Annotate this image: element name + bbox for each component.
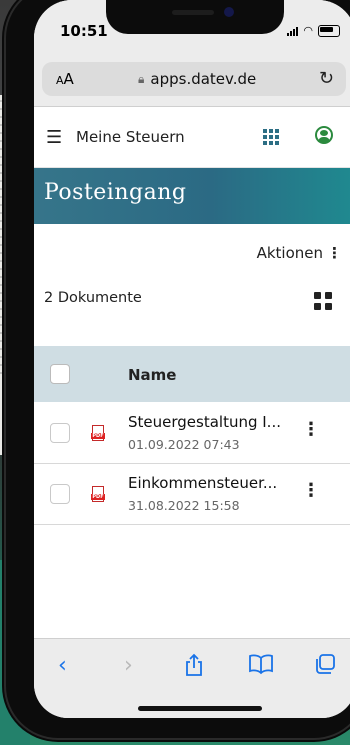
app-header: ☰ Meine Steuern <box>34 107 350 168</box>
battery-icon <box>318 24 340 37</box>
phone-notch <box>106 0 284 34</box>
url-display[interactable]: 🔒︎ apps.datev.de <box>138 70 256 88</box>
row-menu-icon[interactable]: ⋮ <box>302 482 320 500</box>
home-indicator <box>138 706 262 711</box>
actions-menu-button[interactable]: Aktionen ⋮ <box>257 244 342 262</box>
wifi-icon: ◠ <box>303 24 313 37</box>
tabs-icon[interactable] <box>314 653 336 681</box>
document-count: 2 Dokumente <box>44 290 142 306</box>
tile-view-icon[interactable] <box>314 292 332 310</box>
signal-icon <box>287 26 299 36</box>
document-title[interactable]: Einkommensteuer... <box>128 474 277 492</box>
user-icon[interactable] <box>315 126 333 144</box>
status-time: 10:51 <box>60 22 108 40</box>
hamburger-icon[interactable]: ☰ <box>46 127 62 148</box>
section-banner: Posteingang <box>34 168 350 224</box>
document-date: 01.09.2022 07:43 <box>128 437 240 452</box>
reload-icon[interactable]: ↻ <box>319 68 334 89</box>
row-menu-icon[interactable]: ⋮ <box>302 421 320 439</box>
document-date: 31.08.2022 15:58 <box>128 498 240 513</box>
browser-address-area: AA 🔒︎ apps.datev.de ↻ <box>34 44 350 107</box>
front-camera <box>224 7 234 17</box>
page-title: Posteingang <box>44 180 187 205</box>
phone-frame: 10:51 ◠ AA 🔒︎ apps.datev.de ↻ ☰ Meine St… <box>6 0 350 738</box>
speaker-grille <box>172 10 214 15</box>
table-row[interactable]: PDF Einkommensteuer... 31.08.2022 15:58 … <box>34 464 350 525</box>
column-header-name[interactable]: Name <box>128 366 176 384</box>
back-icon[interactable]: ‹ <box>58 653 67 678</box>
document-title[interactable]: Steuergestaltung I... <box>128 413 281 431</box>
bookmarks-icon[interactable] <box>248 653 274 681</box>
row-checkbox[interactable] <box>50 484 70 504</box>
app-title: Meine Steuern <box>76 128 185 146</box>
status-icons: ◠ <box>287 24 340 37</box>
forward-icon[interactable]: › <box>124 653 133 678</box>
address-bar[interactable]: AA 🔒︎ apps.datev.de ↻ <box>42 62 346 96</box>
row-checkbox[interactable] <box>50 423 70 443</box>
select-all-checkbox[interactable] <box>50 364 70 384</box>
phone-screen: 10:51 ◠ AA 🔒︎ apps.datev.de ↻ ☰ Meine St… <box>34 0 350 718</box>
lock-icon: 🔒︎ <box>138 71 145 86</box>
url-text: apps.datev.de <box>150 70 257 88</box>
pdf-icon: PDF <box>91 486 106 503</box>
pdf-icon: PDF <box>91 425 106 442</box>
share-icon[interactable] <box>184 653 204 683</box>
actions-label: Aktionen <box>256 244 323 262</box>
text-size-button[interactable]: AA <box>56 70 74 88</box>
table-header: Name <box>34 346 350 402</box>
apps-grid-icon[interactable] <box>263 129 279 145</box>
kebab-icon: ⋮ <box>327 244 342 262</box>
table-row[interactable]: PDF Steuergestaltung I... 01.09.2022 07:… <box>34 403 350 464</box>
